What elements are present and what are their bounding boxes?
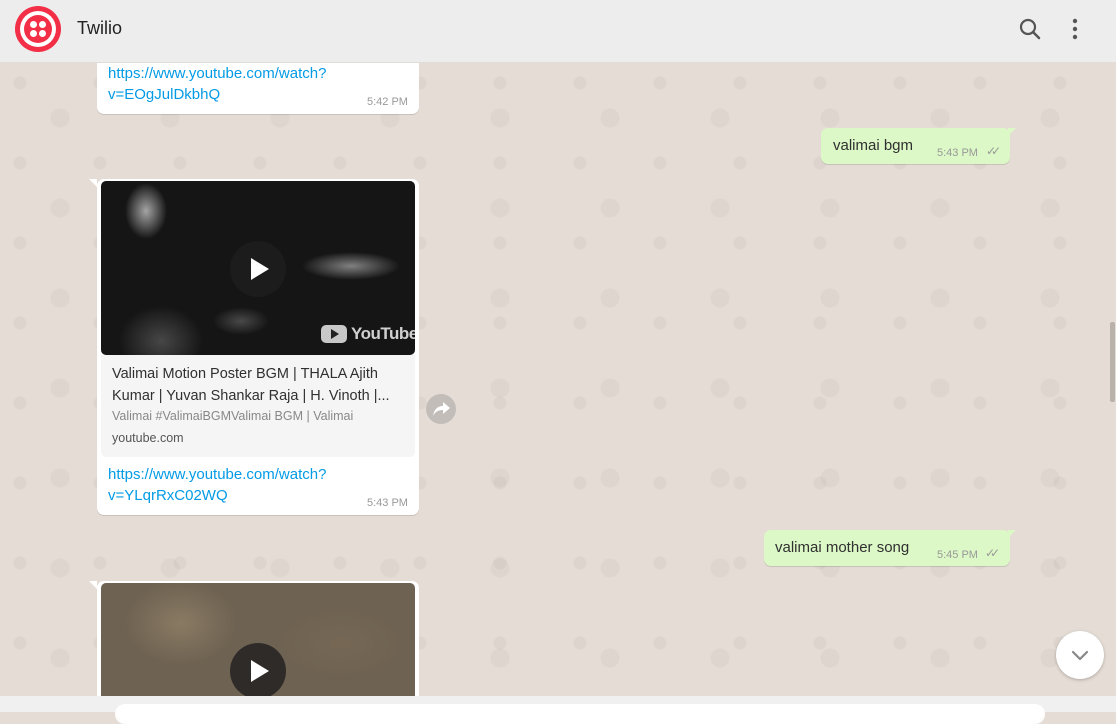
forward-icon[interactable] bbox=[426, 394, 456, 424]
message-outgoing[interactable]: valimai bgm 5:43 PM ✓✓ bbox=[821, 128, 1010, 164]
preview-site: youtube.com bbox=[112, 431, 184, 445]
contact-name[interactable]: Twilio bbox=[77, 18, 122, 39]
message-outgoing[interactable]: valimai mother song 5:45 PM ✓✓ bbox=[764, 530, 1010, 566]
message-text: valimai mother song bbox=[775, 539, 910, 556]
message-link[interactable]: https://www.youtube.com/watch? v=EOgJulDk… bbox=[108, 63, 326, 105]
message-incoming[interactable]: https://www.youtube.com/watch? v=EOgJulDk… bbox=[97, 63, 419, 114]
message-incoming[interactable] bbox=[97, 581, 419, 696]
message-time: 5:43 PM bbox=[367, 497, 408, 509]
scroll-down-button[interactable] bbox=[1056, 631, 1104, 679]
message-time: 5:45 PM bbox=[937, 549, 978, 561]
message-link[interactable]: https://www.youtube.com/watch? v=YLqrRxC0… bbox=[108, 464, 326, 506]
chat-header: Twilio bbox=[0, 0, 1116, 63]
read-receipt-icon: ✓✓ bbox=[985, 546, 1000, 560]
video-thumbnail[interactable]: YouTube bbox=[101, 181, 415, 355]
message-time: 5:42 PM bbox=[367, 96, 408, 108]
message-text: valimai bgm bbox=[833, 137, 914, 154]
search-icon[interactable] bbox=[1017, 16, 1043, 42]
link-preview[interactable]: Valimai Motion Poster BGM | THALA Ajith … bbox=[101, 355, 415, 457]
youtube-logo-icon: YouTube bbox=[321, 324, 415, 344]
chevron-down-icon bbox=[1071, 650, 1089, 661]
video-thumbnail[interactable] bbox=[101, 583, 415, 696]
play-icon[interactable] bbox=[230, 241, 286, 297]
chat-panel: https://www.youtube.com/watch? v=EOgJulDk… bbox=[0, 63, 1108, 696]
compose-bar bbox=[0, 696, 1116, 724]
message-time: 5:43 PM bbox=[937, 147, 978, 159]
scrollbar-thumb[interactable] bbox=[1110, 322, 1115, 402]
contact-avatar[interactable] bbox=[15, 6, 61, 52]
play-icon[interactable] bbox=[230, 643, 286, 696]
message-incoming[interactable]: YouTube Valimai Motion Poster BGM | THAL… bbox=[97, 179, 419, 515]
preview-description: Valimai #ValimaiBGMValimai BGM | Valimai bbox=[112, 409, 354, 423]
preview-title: Valimai Motion Poster BGM | THALA Ajith … bbox=[112, 366, 390, 404]
more-vertical-icon[interactable] bbox=[1062, 16, 1088, 42]
message-input[interactable] bbox=[115, 704, 1045, 724]
read-receipt-icon: ✓✓ bbox=[986, 144, 1001, 158]
